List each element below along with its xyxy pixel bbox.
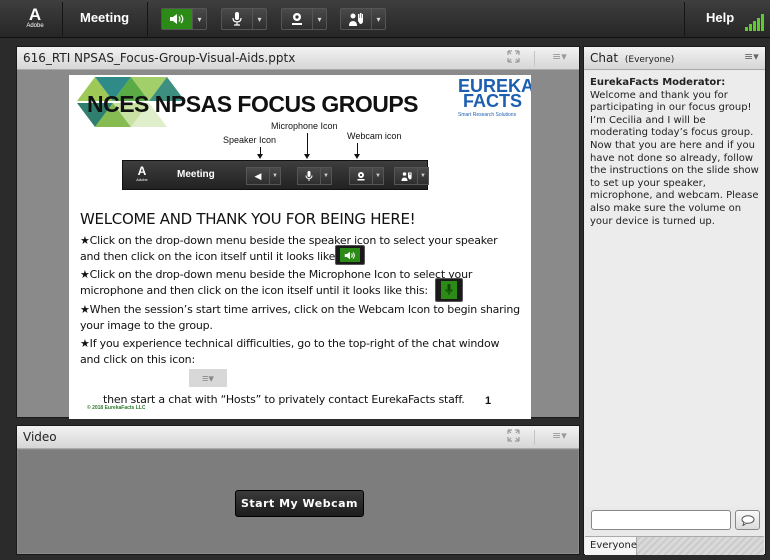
chevron-down-icon: ▼ xyxy=(372,168,383,184)
webcam-dropdown[interactable]: ▾ xyxy=(312,9,326,29)
video-pod-header: Video ≡▾ xyxy=(17,426,579,449)
presentation-slide: NCES NPSAS FOCUS GROUPS EUREKA FACTS Sma… xyxy=(69,75,531,419)
pod-menu-icon[interactable]: ≡▾ xyxy=(552,429,567,442)
speaker-icon xyxy=(340,248,360,262)
slide-bullet-technical: ★If you experience technical difficultie… xyxy=(80,337,500,366)
label-speaker: Speaker Icon xyxy=(223,135,277,145)
arrow-speaker xyxy=(257,147,263,159)
chevron-down-icon: ▼ xyxy=(417,168,428,184)
fullscreen-icon[interactable] xyxy=(507,429,520,445)
chevron-down-icon: ▼ xyxy=(269,168,280,184)
adobe-logo-letter: A xyxy=(28,5,42,24)
chat-tab-bar: Everyone xyxy=(585,536,764,555)
divider xyxy=(147,2,148,36)
slide-page-number: 1 xyxy=(485,395,492,407)
slide-copyright: © 2018 EurekaFacts LLC xyxy=(87,405,146,411)
mini-webcam: ▼ xyxy=(349,167,384,185)
logo-tagline: Smart Research Solutions xyxy=(458,112,517,118)
chat-tab-everyone[interactable]: Everyone xyxy=(585,537,637,555)
arrow-webcam xyxy=(354,143,360,159)
speaker-icon: ◀ xyxy=(254,170,262,181)
raise-hand-button-group: ▾ xyxy=(340,8,386,30)
slide-welcome-heading: WELCOME AND THANK YOU FOR BEING HERE! xyxy=(80,210,416,228)
microphone-dropdown[interactable]: ▾ xyxy=(252,9,266,29)
fullscreen-icon[interactable] xyxy=(507,50,520,66)
chevron-down-icon: ▼ xyxy=(320,168,331,184)
video-area: Start My Webcam xyxy=(18,450,578,553)
pod-menu-example-icon: ≡▾ xyxy=(189,369,227,387)
share-pod: 616_RTI NPSAS_Focus-Group-Visual-Aids.pp… xyxy=(16,46,580,419)
microphone-on-example-icon xyxy=(435,278,463,302)
chat-menu-icon[interactable]: ≡▾ xyxy=(744,50,759,63)
share-content-area: NCES NPSAS FOCUS GROUPS EUREKA FACTS Sma… xyxy=(18,71,578,419)
chat-bubble-icon[interactable] xyxy=(735,510,760,530)
microphone-button-group: ▾ xyxy=(221,8,267,30)
connection-signal-icon xyxy=(745,13,765,31)
mini-speaker: ◀ ▼ xyxy=(246,167,281,185)
mini-raise-hand: ▼ xyxy=(394,167,429,185)
adobe-logo: A Adobe xyxy=(26,5,44,31)
raise-hand-icon[interactable] xyxy=(341,9,371,29)
label-webcam: Webcam icon xyxy=(347,131,402,141)
divider xyxy=(534,430,535,445)
slide-bullet-speaker: ★Click on the drop-down menu beside the … xyxy=(80,234,498,263)
video-pod-title: Video xyxy=(23,430,57,444)
share-pod-title: 616_RTI NPSAS_Focus-Group-Visual-Aids.pp… xyxy=(23,51,296,65)
webcam-icon[interactable] xyxy=(282,9,312,29)
chat-message-sender: EurekaFacts Moderator: xyxy=(590,77,726,88)
microphone-icon xyxy=(441,281,457,299)
pod-menu-icon[interactable]: ≡▾ xyxy=(552,50,567,63)
mini-meeting-label: Meeting xyxy=(177,169,215,180)
microphone-icon xyxy=(298,168,320,184)
arrow-microphone xyxy=(304,133,310,159)
slide-bullet-webcam: ★When the session’s start time arrives, … xyxy=(80,303,520,332)
slide-title: NCES NPSAS FOCUS GROUPS xyxy=(87,91,419,117)
chat-message: EurekaFacts Moderator: Welcome and thank… xyxy=(590,77,759,228)
help-menu[interactable]: Help xyxy=(706,10,734,25)
chat-message-text: Welcome and thank you for participating … xyxy=(590,89,759,227)
chat-pod: Chat (Everyone) ≡▾ EurekaFacts Moderator… xyxy=(583,46,766,555)
divider xyxy=(62,2,63,36)
chat-pod-title: Chat (Everyone) xyxy=(590,51,674,65)
chat-input[interactable] xyxy=(591,510,731,530)
raise-hand-dropdown[interactable]: ▾ xyxy=(371,9,385,29)
eurekafacts-logo: EUREKA FACTS Smart Research Solutions xyxy=(458,77,531,124)
chat-messages: EurekaFacts Moderator: Welcome and thank… xyxy=(585,71,764,507)
adobe-logo-text: Adobe xyxy=(26,23,44,29)
webcam-button-group: ▾ xyxy=(281,8,327,30)
mini-adobe-logo: A Adobe xyxy=(135,165,149,182)
webcam-icon xyxy=(350,168,372,184)
chat-title: Chat xyxy=(590,51,619,65)
slide-last-line: then start a chat with “Hosts” to privat… xyxy=(103,393,465,406)
speaker-dropdown[interactable]: ▾ xyxy=(192,9,206,29)
microphone-icon[interactable] xyxy=(222,9,252,29)
logo-line-2: FACTS xyxy=(463,91,523,111)
chat-pod-header: Chat (Everyone) ≡▾ xyxy=(584,47,765,70)
top-menu-bar: A Adobe Meeting ▾ ▾ ▾ ▾ Help xyxy=(0,0,770,38)
share-pod-header: 616_RTI NPSAS_Focus-Group-Visual-Aids.pp… xyxy=(17,47,579,70)
chat-scope: (Everyone) xyxy=(624,55,675,65)
meeting-menu[interactable]: Meeting xyxy=(80,10,129,25)
speaker-icon[interactable] xyxy=(162,9,192,29)
speaker-button-group: ▾ xyxy=(161,8,207,30)
speaker-on-example-icon xyxy=(335,245,365,265)
slide-toolbar-illustration: A Adobe Meeting ◀ ▼ ▼ ▼ ▼ xyxy=(122,160,429,190)
divider xyxy=(534,51,535,66)
divider xyxy=(684,2,685,36)
start-webcam-button[interactable]: Start My Webcam xyxy=(235,490,364,517)
mini-microphone: ▼ xyxy=(297,167,332,185)
raise-hand-icon xyxy=(395,168,417,184)
mini-adobe-text: Adobe xyxy=(136,177,148,182)
video-pod: Video ≡▾ Start My Webcam xyxy=(16,425,580,555)
mini-adobe-letter: A xyxy=(137,164,147,178)
label-microphone: Microphone Icon xyxy=(271,121,338,131)
